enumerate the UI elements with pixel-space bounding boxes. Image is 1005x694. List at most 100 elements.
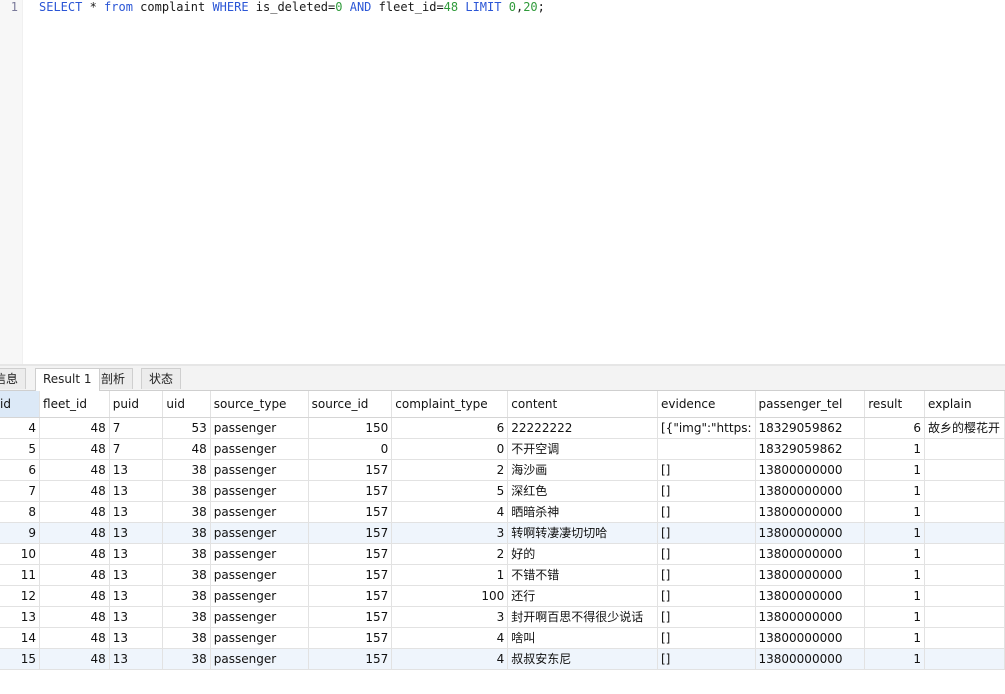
cell-id[interactable]: 14 [0,627,41,649]
cell-source-type[interactable]: passenger [210,648,309,670]
cell-passenger-tel[interactable]: 13800000000 [755,564,866,586]
cell-fleet-id[interactable]: 48 [39,459,110,481]
table-row[interactable]: 8 48 13 38 passenger 157 4 晒暗杀神[] 13800000000 1 [0,501,1005,523]
cell-fleet-id[interactable]: 48 [39,606,110,628]
cell-fleet-id[interactable]: 48 [39,522,110,544]
cell-complaint-type[interactable]: 3 [391,606,509,628]
cell-evidence[interactable]: [] [657,564,756,586]
table-row[interactable]: 6 48 13 38 passenger 157 2 海沙画[] 13800000000 1 [0,459,1005,481]
column-header-evidence[interactable]: evidence [657,391,756,418]
cell-source-type[interactable]: passenger [210,438,309,460]
column-header-source-id[interactable]: source_id [308,391,393,418]
cell-explain[interactable] [924,438,1005,460]
cell-fleet-id[interactable]: 48 [39,417,110,439]
cell-id[interactable]: 5 [0,438,41,460]
cell-uid[interactable]: 38 [162,522,211,544]
cell-puid[interactable]: 13 [109,564,164,586]
cell-evidence[interactable]: [] [657,648,756,670]
cell-passenger-tel[interactable]: 13800000000 [755,501,866,523]
cell-source-type[interactable]: passenger [210,417,309,439]
cell-source-type[interactable]: passenger [210,459,309,481]
cell-source-type[interactable]: passenger [210,480,309,502]
tab-info[interactable]: 信息 [0,368,27,389]
cell-evidence[interactable]: [] [657,501,756,523]
cell-result[interactable]: 1 [864,543,926,565]
cell-uid[interactable]: 38 [162,543,211,565]
cell-content[interactable]: 深红色 [507,480,658,502]
cell-complaint-type[interactable]: 4 [391,627,509,649]
cell-content[interactable]: 叔叔安东尼 [507,648,658,670]
table-row[interactable]: 12 48 13 38 passenger 157 100 还行[] 13800000000 1 [0,585,1005,607]
cell-content[interactable]: 封开啊百思不得很少说话 [507,606,658,628]
cell-result[interactable]: 1 [864,585,926,607]
cell-evidence[interactable]: [] [657,585,756,607]
cell-result[interactable]: 1 [864,459,926,481]
table-row[interactable]: 9 48 13 38 passenger 157 3 转啊转凄凄切切哈[] 1380000000… [0,522,1005,544]
table-row[interactable]: 13 48 13 38 passenger 157 3 封开啊百思不得很少说话[] 138000… [0,606,1005,628]
cell-uid[interactable]: 48 [162,438,211,460]
cell-fleet-id[interactable]: 48 [39,501,110,523]
cell-evidence[interactable]: [] [657,459,756,481]
cell-result[interactable]: 1 [864,438,926,460]
cell-result[interactable]: 6 [864,417,926,439]
cell-source-type[interactable]: passenger [210,585,309,607]
cell-content[interactable]: 22222222 [507,417,658,439]
cell-evidence[interactable]: [] [657,606,756,628]
cell-id[interactable]: 13 [0,606,41,628]
cell-source-id[interactable]: 157 [308,585,393,607]
column-header-content[interactable]: content [507,391,658,418]
cell-explain[interactable] [924,564,1005,586]
cell-uid[interactable]: 38 [162,606,211,628]
cell-fleet-id[interactable]: 48 [39,585,110,607]
cell-id[interactable]: 12 [0,585,41,607]
cell-puid[interactable]: 13 [109,606,164,628]
sql-editor[interactable]: 1 SELECT * from complaint WHERE is_delet… [0,0,1005,364]
cell-uid[interactable]: 38 [162,501,211,523]
cell-passenger-tel[interactable]: 18329059862 [755,438,866,460]
cell-puid[interactable]: 13 [109,459,164,481]
cell-passenger-tel[interactable]: 13800000000 [755,648,866,670]
cell-uid[interactable]: 38 [162,459,211,481]
cell-content[interactable]: 海沙画 [507,459,658,481]
cell-explain[interactable] [924,648,1005,670]
column-header-uid[interactable]: uid [162,391,211,418]
cell-passenger-tel[interactable]: 13800000000 [755,459,866,481]
table-row[interactable]: 5 48 7 48 passenger 0 0 不开空调 18329059862 1 [0,438,1005,460]
cell-fleet-id[interactable]: 48 [39,438,110,460]
cell-complaint-type[interactable]: 4 [391,501,509,523]
cell-source-type[interactable]: passenger [210,606,309,628]
cell-id[interactable]: 9 [0,522,41,544]
cell-content[interactable]: 不错不错 [507,564,658,586]
cell-source-id[interactable]: 157 [308,480,393,502]
cell-puid[interactable]: 13 [109,480,164,502]
cell-uid[interactable]: 38 [162,585,211,607]
cell-explain[interactable]: 故乡的樱花开 [924,417,1005,439]
cell-content[interactable]: 转啊转凄凄切切哈 [507,522,658,544]
cell-id[interactable]: 15 [0,648,41,670]
cell-result[interactable]: 1 [864,501,926,523]
cell-result[interactable]: 1 [864,480,926,502]
cell-explain[interactable] [924,480,1005,502]
cell-source-id[interactable]: 150 [308,417,393,439]
cell-complaint-type[interactable]: 1 [391,564,509,586]
cell-uid[interactable]: 38 [162,648,211,670]
cell-source-id[interactable]: 0 [308,438,393,460]
cell-result[interactable]: 1 [864,627,926,649]
cell-puid[interactable]: 7 [109,417,164,439]
cell-id[interactable]: 10 [0,543,41,565]
column-header-complaint-type[interactable]: complaint_type [391,391,509,418]
cell-content[interactable]: 不开空调 [507,438,658,460]
cell-id[interactable]: 8 [0,501,41,523]
cell-source-id[interactable]: 157 [308,648,393,670]
cell-source-id[interactable]: 157 [308,501,393,523]
cell-id[interactable]: 6 [0,459,41,481]
cell-passenger-tel[interactable]: 13800000000 [755,585,866,607]
tab-result-1[interactable]: Result 1 [35,368,100,391]
cell-complaint-type[interactable]: 3 [391,522,509,544]
cell-source-id[interactable]: 157 [308,543,393,565]
cell-evidence[interactable] [657,438,756,460]
table-row[interactable]: 4 48 7 53 passenger 150 6 22222222 [{"img":"http… [0,417,1005,439]
cell-source-type[interactable]: passenger [210,564,309,586]
cell-evidence[interactable]: [] [657,480,756,502]
cell-explain[interactable] [924,459,1005,481]
